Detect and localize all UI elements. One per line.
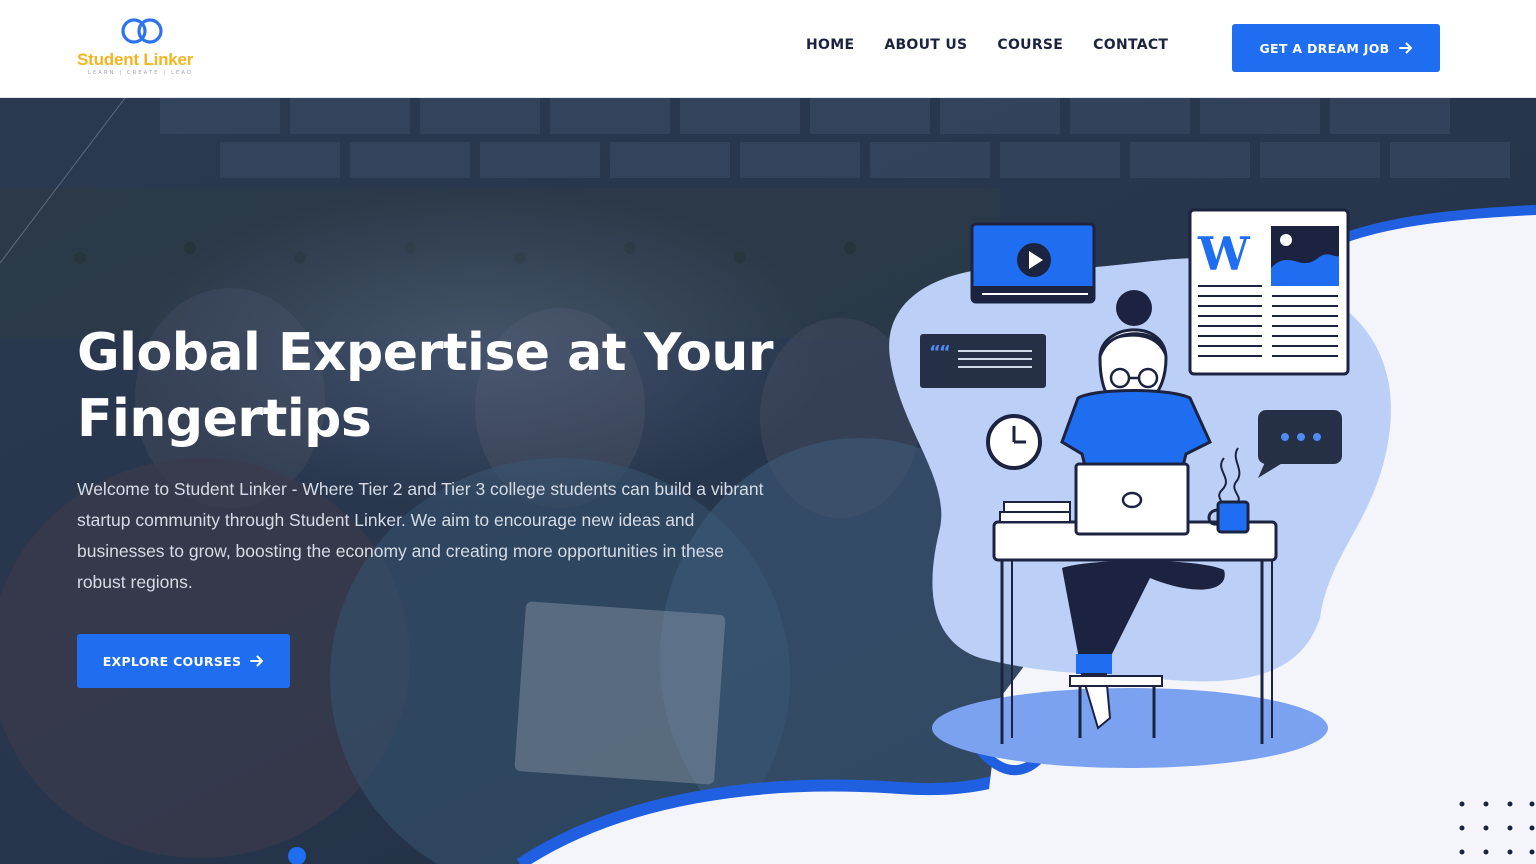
site-header: Student Linker LEARN | CREATE | LEAD HOM… xyxy=(0,0,1536,98)
video-player-card xyxy=(970,222,1096,304)
hero-description: Welcome to Student Linker - Where Tier 2… xyxy=(77,479,764,592)
quote-card: “ “ xyxy=(920,334,1046,388)
arrow-right-icon xyxy=(1398,42,1412,54)
wiki-article-card: W xyxy=(1188,208,1350,376)
logo[interactable]: Student Linker LEARN | CREATE | LEAD xyxy=(77,16,217,80)
nav-contact[interactable]: CONTACT xyxy=(1093,37,1168,53)
laptop xyxy=(1074,462,1190,536)
logo-tagline: LEARN | CREATE | LEAD xyxy=(88,70,194,76)
main-nav: HOME ABOUT US COURSE CONTACT xyxy=(806,37,1168,53)
infinity-rings-icon xyxy=(121,18,163,44)
scroll-indicator[interactable] xyxy=(288,847,306,864)
dot-grid-decoration xyxy=(1459,801,1535,855)
get-dream-job-button[interactable]: GET A DREAM JOB xyxy=(1232,24,1440,72)
hero-section: “ “ W Global Expertise at Your Fingertip… xyxy=(0,98,1536,864)
arrow-right-icon xyxy=(250,655,264,667)
explore-courses-label: EXPLORE COURSES xyxy=(102,653,242,669)
wiki-letter: W xyxy=(1197,227,1251,281)
cta-label: GET A DREAM JOB xyxy=(1259,40,1390,56)
nav-home[interactable]: HOME xyxy=(806,37,854,53)
logo-name: Student Linker xyxy=(77,50,194,69)
explore-courses-button[interactable]: EXPLORE COURSES xyxy=(77,634,290,688)
svg-text:“: “ xyxy=(939,342,951,363)
clock xyxy=(986,414,1042,470)
nav-about-us[interactable]: ABOUT US xyxy=(884,37,967,53)
hero-title: Global Expertise at Your Fingertips xyxy=(77,323,774,449)
nav-course[interactable]: COURSE xyxy=(997,37,1063,53)
